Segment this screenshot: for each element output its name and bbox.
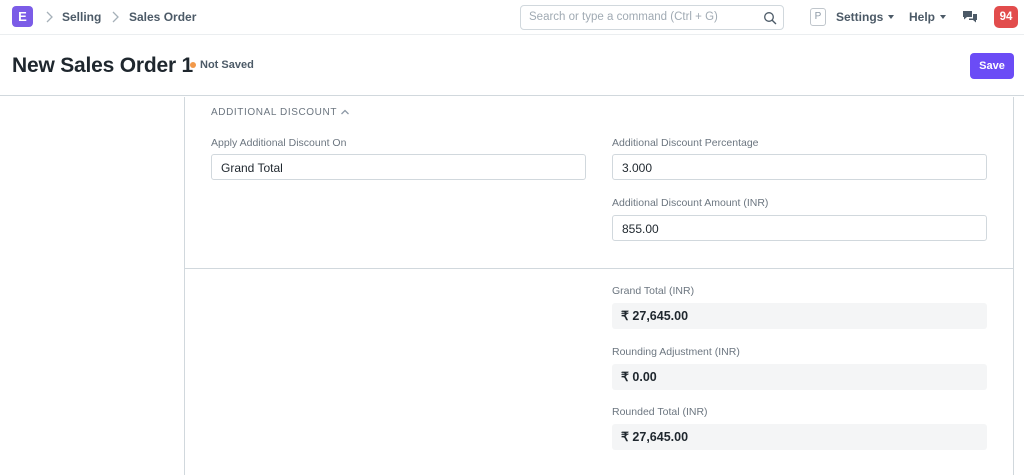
grand-total-label: Grand Total (INR) [612, 285, 695, 297]
breadcrumb-sales-order[interactable]: Sales Order [129, 10, 196, 24]
rounded-total-value: ₹ 27,645.00 [612, 424, 987, 450]
help-dropdown[interactable]: Help [909, 10, 947, 24]
rounding-adjustment-label: Rounding Adjustment (INR) [612, 346, 740, 358]
caret-down-icon [888, 15, 895, 19]
search-input[interactable]: Search or type a command (Ctrl + G) [520, 5, 784, 30]
navbar: E Selling Sales Order Search or type a c… [0, 0, 1024, 35]
app-logo[interactable]: E [12, 6, 33, 27]
chevron-right-icon [46, 11, 53, 23]
status-dot-icon [190, 62, 196, 68]
breadcrumb-selling[interactable]: Selling [62, 10, 101, 24]
page-header: New Sales Order 1 Not Saved Save [0, 36, 1024, 96]
page-title: New Sales Order 1 [12, 54, 194, 77]
search-placeholder: Search or type a command (Ctrl + G) [529, 11, 718, 23]
status-indicator: Not Saved [200, 59, 254, 71]
chevron-right-icon [112, 11, 119, 23]
avatar[interactable]: P [810, 8, 826, 26]
search-icon[interactable] [763, 11, 777, 25]
apply-discount-on-select[interactable]: Grand Total [211, 154, 586, 180]
discount-percentage-input[interactable]: 3.000 [612, 154, 987, 180]
apply-discount-on-label: Apply Additional Discount On [211, 137, 347, 149]
discount-amount-label: Additional Discount Amount (INR) [612, 197, 769, 209]
rounded-total-label: Rounded Total (INR) [612, 406, 708, 418]
chevron-up-icon[interactable] [340, 107, 350, 117]
section-heading[interactable]: ADDITIONAL DISCOUNT [211, 107, 337, 118]
grand-total-value: ₹ 27,645.00 [612, 303, 987, 329]
sidebar [0, 97, 184, 475]
caret-down-icon [940, 15, 947, 19]
rounding-adjustment-value: ₹ 0.00 [612, 364, 987, 390]
discount-percentage-label: Additional Discount Percentage [612, 137, 759, 149]
settings-label: Settings [836, 10, 884, 24]
help-label: Help [909, 10, 936, 24]
notification-badge[interactable]: 94 [994, 6, 1018, 28]
settings-dropdown[interactable]: Settings [836, 10, 895, 24]
discount-amount-input[interactable]: 855.00 [612, 215, 987, 241]
chat-icon[interactable] [962, 10, 978, 24]
save-button[interactable]: Save [970, 53, 1014, 79]
section-divider [185, 268, 1013, 269]
form-panel: ADDITIONAL DISCOUNT Apply Additional Dis… [184, 97, 1014, 475]
